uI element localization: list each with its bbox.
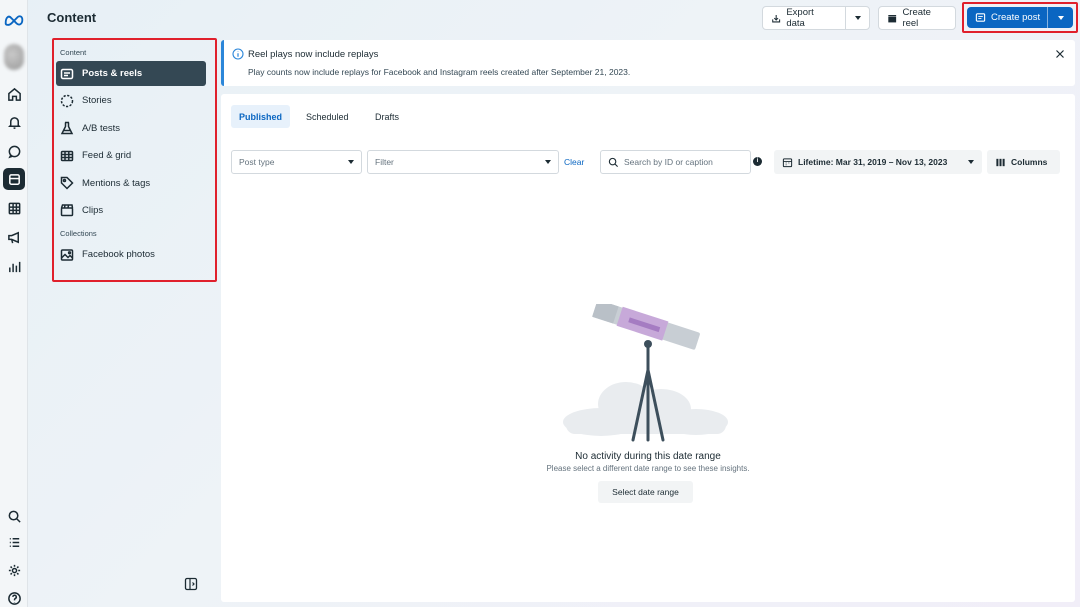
content-panel: Published Scheduled Drafts Post type Fil… — [221, 94, 1075, 602]
sidebar-item-label: Stories — [82, 95, 112, 107]
home-icon[interactable] — [3, 83, 25, 105]
stories-icon — [60, 94, 74, 108]
clapper-icon — [60, 204, 74, 217]
sidebar-item-label: Mentions & tags — [82, 177, 151, 189]
content-sidebar: Content Posts & reels Stories A/B tests … — [52, 38, 217, 282]
tab-published[interactable]: Published — [231, 105, 291, 128]
notification-banner: Reel plays now include replays Play coun… — [221, 40, 1075, 86]
date-range-button[interactable]: Lifetime: Mar 31, 2019 – Nov 13, 2023 — [774, 150, 982, 174]
select-date-range-button[interactable]: Select date range — [598, 481, 693, 503]
calendar-icon — [782, 157, 793, 167]
list-icon[interactable] — [3, 531, 25, 553]
filter-select[interactable]: Filter — [367, 150, 559, 174]
create-post-button[interactable]: Create post — [967, 12, 1047, 23]
photo-icon — [60, 249, 74, 261]
create-reel-label: Create reel — [902, 7, 931, 29]
sidebar-item-label: Posts & reels — [82, 68, 143, 79]
empty-state-title: No activity during this date range — [575, 451, 721, 462]
create-post-button-group: Create post — [967, 7, 1073, 28]
section-label-collections: Collections — [60, 229, 97, 239]
search-icon[interactable] — [3, 505, 25, 527]
posts-icon — [60, 68, 74, 79]
section-label-content: Content — [60, 48, 87, 57]
sidebar-item-clips[interactable]: Clips — [56, 198, 206, 223]
bell-icon[interactable] — [3, 111, 25, 133]
banner-text: Play counts now include replays for Face… — [248, 67, 631, 77]
info-icon[interactable]: i — [753, 157, 762, 166]
grid-icon — [60, 150, 74, 161]
tab-drafts[interactable]: Drafts — [367, 105, 407, 128]
gear-icon[interactable] — [3, 559, 25, 581]
sidebar-item-posts-reels[interactable]: Posts & reels — [56, 61, 206, 86]
columns-label: Columns — [1011, 157, 1048, 167]
date-range-label: Lifetime: Mar 31, 2019 – Nov 13, 2023 — [798, 157, 948, 167]
chevron-down-icon — [968, 160, 974, 164]
close-icon[interactable] — [1054, 48, 1066, 60]
telescope-illustration — [563, 304, 728, 442]
columns-button[interactable]: Columns — [987, 150, 1060, 174]
megaphone-icon[interactable] — [3, 226, 25, 248]
create-reel-button[interactable]: Create reel — [878, 6, 956, 30]
meta-logo-icon[interactable] — [2, 9, 26, 31]
create-post-label: Create post — [991, 12, 1041, 23]
collapse-sidebar-icon[interactable] — [184, 577, 198, 591]
export-data-button-group: Export data — [762, 6, 870, 30]
banner-title: Reel plays now include replays — [248, 49, 379, 60]
sidebar-item-label: A/B tests — [82, 122, 121, 134]
search-input[interactable]: Search by ID or caption — [600, 150, 751, 174]
insights-icon[interactable] — [3, 255, 25, 277]
flask-icon — [60, 122, 74, 135]
create-post-dropdown-button[interactable] — [1047, 7, 1073, 28]
sidebar-item-ab-tests[interactable]: A/B tests — [56, 116, 206, 141]
post-icon — [975, 13, 986, 22]
sidebar-item-label: Feed & grid — [82, 150, 132, 162]
help-icon[interactable] — [3, 587, 25, 607]
clapper-icon — [888, 14, 897, 22]
filter-placeholder: Filter — [375, 157, 394, 167]
chevron-down-icon — [545, 160, 551, 164]
chevron-down-icon — [1057, 15, 1064, 20]
avatar[interactable] — [4, 44, 24, 70]
tab-scheduled[interactable]: Scheduled — [298, 105, 357, 128]
sidebar-item-feed-grid[interactable]: Feed & grid — [56, 143, 206, 168]
search-placeholder: Search by ID or caption — [624, 157, 713, 167]
global-nav-rail — [0, 0, 28, 607]
sidebar-item-label: Clips — [82, 204, 104, 216]
create-post-highlight: Create post — [962, 2, 1078, 33]
page-title: Content — [47, 10, 97, 25]
chevron-down-icon — [348, 160, 354, 164]
table-icon[interactable] — [3, 197, 25, 219]
empty-state-subtitle: Please select a different date range to … — [546, 464, 750, 473]
chat-icon[interactable] — [3, 140, 25, 162]
post-type-select[interactable]: Post type — [231, 150, 362, 174]
sidebar-item-stories[interactable]: Stories — [56, 88, 206, 113]
export-dropdown-button[interactable] — [845, 7, 869, 29]
columns-icon — [996, 158, 1005, 166]
export-data-button[interactable]: Export data — [763, 7, 840, 29]
tag-icon — [60, 176, 74, 190]
clear-filters-link[interactable]: Clear — [564, 157, 584, 167]
export-icon — [772, 14, 781, 22]
export-data-label: Export data — [786, 7, 814, 29]
search-icon — [608, 157, 619, 167]
info-icon — [232, 48, 244, 60]
content-icon[interactable] — [3, 168, 25, 190]
post-type-placeholder: Post type — [239, 157, 275, 167]
chevron-down-icon — [854, 16, 861, 20]
sidebar-item-mentions-tags[interactable]: Mentions & tags — [56, 171, 206, 196]
sidebar-item-facebook-photos[interactable]: Facebook photos — [56, 242, 206, 267]
sidebar-item-label: Facebook photos — [82, 249, 155, 261]
